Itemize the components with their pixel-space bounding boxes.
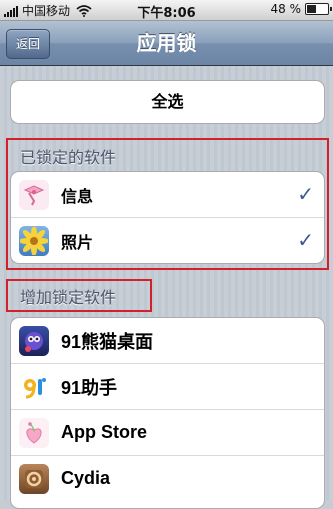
add-app-row-91-assistant[interactable]: 91助手 xyxy=(11,364,324,410)
battery-area: 48 % xyxy=(270,2,332,16)
locked-app-row-messages[interactable]: 信息 ✓ xyxy=(11,172,324,218)
select-all-button[interactable]: 全选 xyxy=(10,80,325,124)
locked-apps-list: 信息 ✓ 照片 ✓ xyxy=(10,171,325,264)
row-label: 91熊猫桌面 xyxy=(61,331,154,352)
checkmark-icon: ✓ xyxy=(297,182,314,206)
navigation-bar: 返回 应用锁 xyxy=(0,21,333,66)
add-app-row-panda-desktop[interactable]: 91熊猫桌面 xyxy=(11,318,324,364)
messages-icon xyxy=(19,179,49,210)
app-store-icon xyxy=(19,417,49,448)
photos-icon xyxy=(19,225,49,256)
locked-app-row-photos[interactable]: 照片 ✓ xyxy=(11,218,324,263)
back-button[interactable]: 返回 xyxy=(6,29,51,59)
checkmark-icon: ✓ xyxy=(297,228,314,252)
row-label: 91助手 xyxy=(61,377,118,398)
row-label: Cydia xyxy=(61,468,111,488)
91-assistant-icon xyxy=(19,371,49,402)
status-bar: 中国移动 下午8:06 48 % xyxy=(0,0,333,21)
page-title: 应用锁 xyxy=(136,31,197,55)
add-section-header: 增加锁定软件 xyxy=(20,288,117,307)
locked-section-header: 已锁定的软件 xyxy=(20,148,117,167)
add-app-row-cydia[interactable]: Cydia xyxy=(11,456,324,501)
battery-percent: 48 % xyxy=(270,2,302,16)
row-label: App Store xyxy=(61,422,148,442)
panda-desktop-icon xyxy=(19,325,49,356)
add-apps-list: 91熊猫桌面 91助手 App Store Cydia xyxy=(10,317,325,509)
row-label: 信息 xyxy=(61,186,94,206)
battery-icon xyxy=(305,3,332,15)
row-label: 照片 xyxy=(61,232,94,252)
add-app-row-app-store[interactable]: App Store xyxy=(11,410,324,456)
cydia-icon xyxy=(19,463,49,494)
